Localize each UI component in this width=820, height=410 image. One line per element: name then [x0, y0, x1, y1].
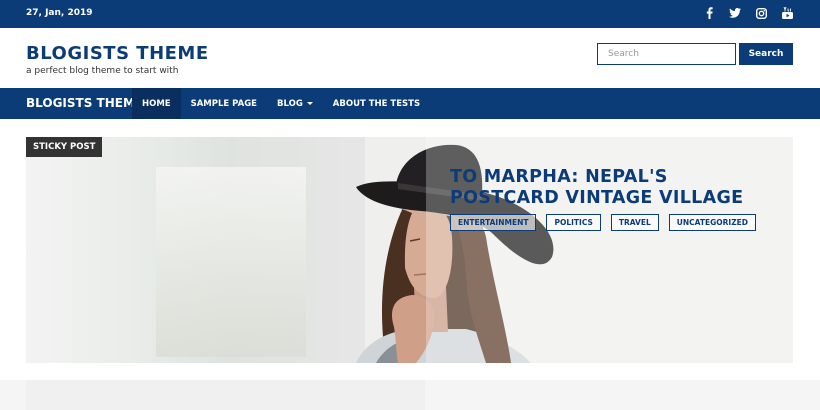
main-navigation: BLOGISTS THEME HOME SAMPLE PAGE BLOG ABO… — [0, 88, 820, 119]
top-bar: 27, Jan, 2019 — [0, 0, 820, 28]
sticky-post-badge: STICKY POST — [26, 137, 103, 157]
search-input[interactable] — [597, 43, 736, 65]
twitter-icon[interactable] — [728, 6, 742, 20]
site-title[interactable]: BLOGISTS THEME — [26, 43, 209, 64]
nav-item-blog[interactable]: BLOG — [267, 88, 323, 119]
hero-background-window — [156, 167, 306, 357]
site-header: BLOGISTS THEME a perfect blog theme to s… — [0, 28, 820, 88]
nav-item-label: SAMPLE PAGE — [190, 98, 257, 109]
nav-item-label: ABOUT THE TESTS — [332, 98, 421, 109]
category-tag[interactable]: TRAVEL — [610, 214, 659, 231]
nav-menu: HOME SAMPLE PAGE BLOG ABOUT THE TESTS — [132, 88, 430, 119]
content-area-top — [0, 380, 820, 410]
category-tag[interactable]: ENTERTAINMENT — [450, 214, 537, 231]
nav-item-home[interactable]: HOME — [132, 88, 181, 119]
search-button[interactable]: Search — [739, 43, 793, 65]
nav-item-label: BLOG — [277, 98, 303, 109]
current-date: 27, Jan, 2019 — [26, 8, 93, 18]
featured-post-title[interactable]: TO MARPHA: NEPAL'S POSTCARD VINTAGE VILL… — [450, 167, 780, 209]
youtube-icon[interactable] — [780, 6, 794, 20]
post-card-placeholder — [26, 380, 425, 410]
facebook-icon[interactable] — [702, 6, 716, 20]
instagram-icon[interactable] — [754, 6, 768, 20]
nav-item-label: HOME — [142, 98, 171, 109]
caret-down-icon — [306, 102, 313, 105]
category-tag[interactable]: UNCATEGORIZED — [668, 214, 756, 231]
featured-post-slider[interactable]: STICKY POST TO MARPHA: NEPAL'S POSTCARD … — [26, 137, 793, 363]
nav-item-about-the-tests[interactable]: ABOUT THE TESTS — [323, 88, 430, 119]
post-categories: ENTERTAINMENT POLITICS TRAVEL UNCATEGORI… — [450, 214, 756, 231]
nav-brand[interactable]: BLOGISTS THEME — [26, 96, 143, 110]
site-tagline: a perfect blog theme to start with — [26, 66, 179, 76]
category-tag[interactable]: POLITICS — [546, 214, 601, 231]
nav-item-sample-page[interactable]: SAMPLE PAGE — [181, 88, 267, 119]
social-links — [702, 6, 794, 20]
